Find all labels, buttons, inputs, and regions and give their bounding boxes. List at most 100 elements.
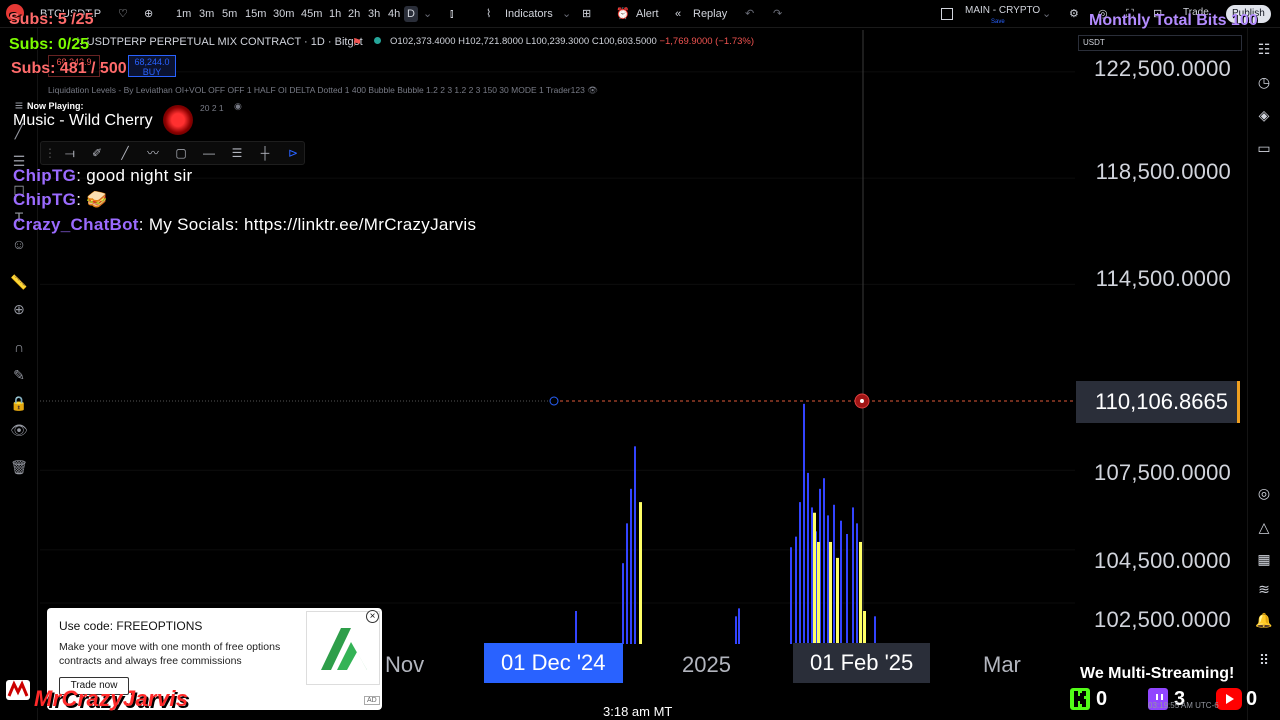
- liquidation-bar-blue: [874, 616, 876, 644]
- open-value: O102,373.4000: [390, 36, 456, 47]
- chat-username: ChipTG: [13, 190, 77, 209]
- replay-icon[interactable]: «: [675, 6, 681, 22]
- high-value: H102,721.8000: [458, 36, 524, 47]
- favorite-icon[interactable]: ♡: [118, 6, 128, 22]
- target-icon[interactable]: ◎: [1255, 484, 1273, 502]
- chevron-down-icon[interactable]: ⌄: [1042, 6, 1051, 22]
- chat-icon[interactable]: ▭: [1255, 139, 1273, 157]
- lock-icon[interactable]: 🔒: [10, 394, 28, 412]
- liquidation-bar-blue: [630, 488, 632, 644]
- youtube-count: 0: [1246, 688, 1258, 710]
- candles-icon[interactable]: ⫾: [450, 6, 454, 22]
- add-symbol-icon[interactable]: ⊕: [144, 6, 153, 22]
- pen-icon[interactable]: ✐: [89, 145, 105, 161]
- layout-save-status: Save: [991, 19, 1005, 25]
- replay-button[interactable]: Replay: [693, 6, 727, 22]
- chevron-down-icon[interactable]: ⌄: [423, 6, 432, 22]
- layout-checkbox[interactable]: [941, 8, 953, 20]
- lines-icon[interactable]: ☰: [229, 145, 245, 161]
- alert-button[interactable]: Alert: [636, 6, 659, 22]
- liquidation-bar-yellow: [863, 611, 866, 644]
- interval-4h[interactable]: 4h: [388, 6, 400, 22]
- liquidation-bar-blue: [790, 547, 792, 644]
- chat-username: Crazy_ChatBot: [13, 215, 139, 234]
- emoji-icon[interactable]: ☺: [10, 235, 28, 253]
- indicator-legend[interactable]: Liquidation Levels - By Leviathan OI+VOL…: [48, 85, 598, 96]
- layouts-icon[interactable]: ⊞: [582, 6, 591, 22]
- interval-30m[interactable]: 30m: [273, 6, 294, 22]
- liquidation-bar-blue: [856, 523, 858, 644]
- buy-price: 68,244.0: [134, 57, 170, 67]
- crosshair-icon[interactable]: ┼: [257, 145, 273, 161]
- ruler-icon[interactable]: 📏: [10, 273, 28, 291]
- cursor-icon[interactable]: ⊳: [285, 145, 301, 161]
- drag-handle-icon[interactable]: ⋮: [42, 145, 58, 161]
- magnet-icon[interactable]: ∩: [10, 338, 28, 356]
- current-price-label: 110,106.8665: [1076, 381, 1240, 423]
- line-style-icon[interactable]: —: [201, 145, 217, 161]
- monthly-bits: Monthly Total Bits 100: [1089, 12, 1258, 29]
- flag-icon[interactable]: ⚑: [352, 36, 362, 49]
- interval-d[interactable]: D: [404, 6, 418, 22]
- liquidation-bar-blue: [852, 507, 854, 644]
- ohlc-values: O102,373.4000 H102,721.8000 L100,239.300…: [390, 36, 754, 47]
- chevron-down-icon[interactable]: ⌄: [562, 6, 571, 22]
- interval-3m[interactable]: 3m: [199, 6, 214, 22]
- notifications-icon[interactable]: 🔔: [1255, 611, 1273, 629]
- top-toolbar: BTCUSDT.P ♡ ⊕ 1m 3m 5m 15m 30m 45m 1h 2h…: [0, 0, 1280, 28]
- chart-canvas[interactable]: [40, 30, 1245, 644]
- eye-icon[interactable]: 👁: [10, 421, 28, 439]
- undo-icon[interactable]: ↶: [745, 6, 754, 22]
- liquidation-bar-yellow: [859, 541, 862, 644]
- visibility-icon[interactable]: 👁: [587, 85, 598, 95]
- interval-5m[interactable]: 5m: [222, 6, 237, 22]
- close-value: C100,603.5000: [591, 36, 657, 47]
- interval-1m[interactable]: 1m: [176, 6, 191, 22]
- liquidation-bar-blue: [823, 478, 825, 644]
- liquidation-bar-blue: [803, 403, 805, 644]
- indicators-button[interactable]: Indicators: [505, 6, 553, 22]
- calendar-icon[interactable]: ▦: [1255, 550, 1273, 568]
- vinyl-record-icon: [163, 105, 193, 135]
- layers-icon[interactable]: ◈: [1255, 106, 1273, 124]
- interval-45m[interactable]: 45m: [301, 6, 322, 22]
- horizontal-ray-icon[interactable]: ⟞: [62, 145, 78, 161]
- alert-icon[interactable]: ⏰: [616, 6, 630, 22]
- brand-name: MrCrazyJarvis: [34, 686, 188, 712]
- close-icon[interactable]: ×: [366, 610, 379, 623]
- alerts-clock-icon[interactable]: ◷: [1255, 73, 1273, 91]
- interval-15m[interactable]: 15m: [245, 6, 266, 22]
- feed-icon[interactable]: ≋: [1255, 580, 1273, 598]
- pyramid-icon[interactable]: △: [1255, 518, 1273, 536]
- buy-button[interactable]: 68,244.0 BUY: [128, 55, 176, 77]
- zoom-icon[interactable]: ⊕: [10, 300, 28, 318]
- currency-select[interactable]: USDT: [1078, 35, 1242, 51]
- indicator-params-2: 20 2 1: [200, 103, 224, 113]
- rectangle-icon[interactable]: ▢: [173, 145, 189, 161]
- interval-1h[interactable]: 1h: [329, 6, 341, 22]
- liquidation-bar-yellow: [813, 512, 816, 644]
- chart-pane[interactable]: [40, 30, 1245, 644]
- liquidation-bar-blue: [833, 504, 835, 644]
- apps-icon[interactable]: ⠿: [1255, 651, 1273, 669]
- drawing-toolbar: ≡ ╱ ☰ ◻ T ☺ 📏 ⊕ ∩ ✎ 🔒 👁 🗑: [0, 28, 38, 720]
- price-label: 114,500.0000: [1095, 266, 1231, 291]
- chat-text: My Socials: https://linktr.ee/MrCrazyJar…: [148, 215, 477, 234]
- kick-count: 0: [1096, 688, 1108, 710]
- change-value: −1,769.9000 (−1.73%): [659, 36, 754, 47]
- line-icon[interactable]: ╱: [117, 145, 133, 161]
- interval-3h[interactable]: 3h: [368, 6, 380, 22]
- indicators-icon[interactable]: ⌇: [486, 6, 491, 22]
- interval-2h[interactable]: 2h: [348, 6, 360, 22]
- settings-icon[interactable]: ⚙: [1069, 6, 1079, 22]
- price-label: 122,500.0000: [1094, 56, 1231, 81]
- lock-drawing-icon[interactable]: ✎: [10, 366, 28, 384]
- watchlist-icon[interactable]: ☷: [1255, 40, 1273, 58]
- liquidation-bar-blue: [799, 502, 801, 644]
- liquidation-bar-blue: [840, 520, 842, 644]
- eye-off-icon[interactable]: ◉: [234, 101, 242, 112]
- redo-icon[interactable]: ↷: [773, 6, 782, 22]
- path-icon[interactable]: 〰: [145, 145, 161, 161]
- trash-icon[interactable]: 🗑: [10, 458, 28, 476]
- symbol-legend[interactable]: TCUSDTPERP PERPETUAL MIX CONTRACT · 1D ·…: [72, 36, 363, 48]
